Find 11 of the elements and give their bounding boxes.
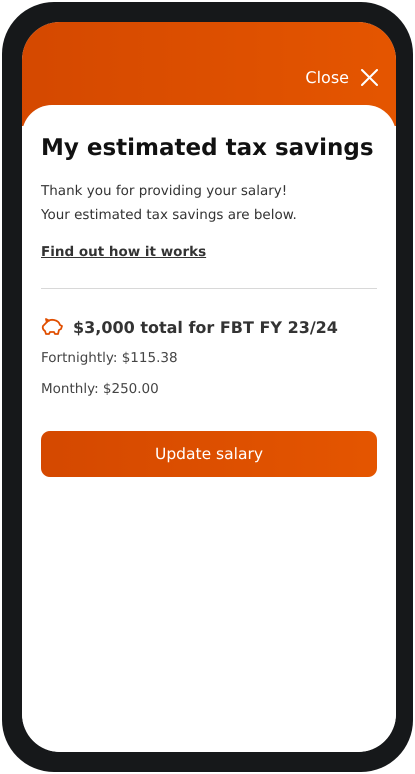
intro-text: Your estimated tax savings are below. xyxy=(41,206,298,225)
total-savings: $3,000 total for FBT FY 23/24 xyxy=(73,318,338,336)
update-salary-button[interactable]: Update salary xyxy=(41,431,377,477)
dialog-title: My estimated tax savings xyxy=(41,135,375,161)
intro-text: Thank you for providing your salary! xyxy=(41,182,288,201)
savings-breakdown: Monthly: $250.00 xyxy=(41,380,160,399)
close-button[interactable]: Close xyxy=(305,68,378,87)
how-it-works-link[interactable]: Find out how it works xyxy=(41,244,206,260)
close-icon xyxy=(361,69,378,86)
piggy-bank-icon xyxy=(41,317,63,337)
savings-breakdown: Fortnightly: $115.38 xyxy=(41,349,179,368)
